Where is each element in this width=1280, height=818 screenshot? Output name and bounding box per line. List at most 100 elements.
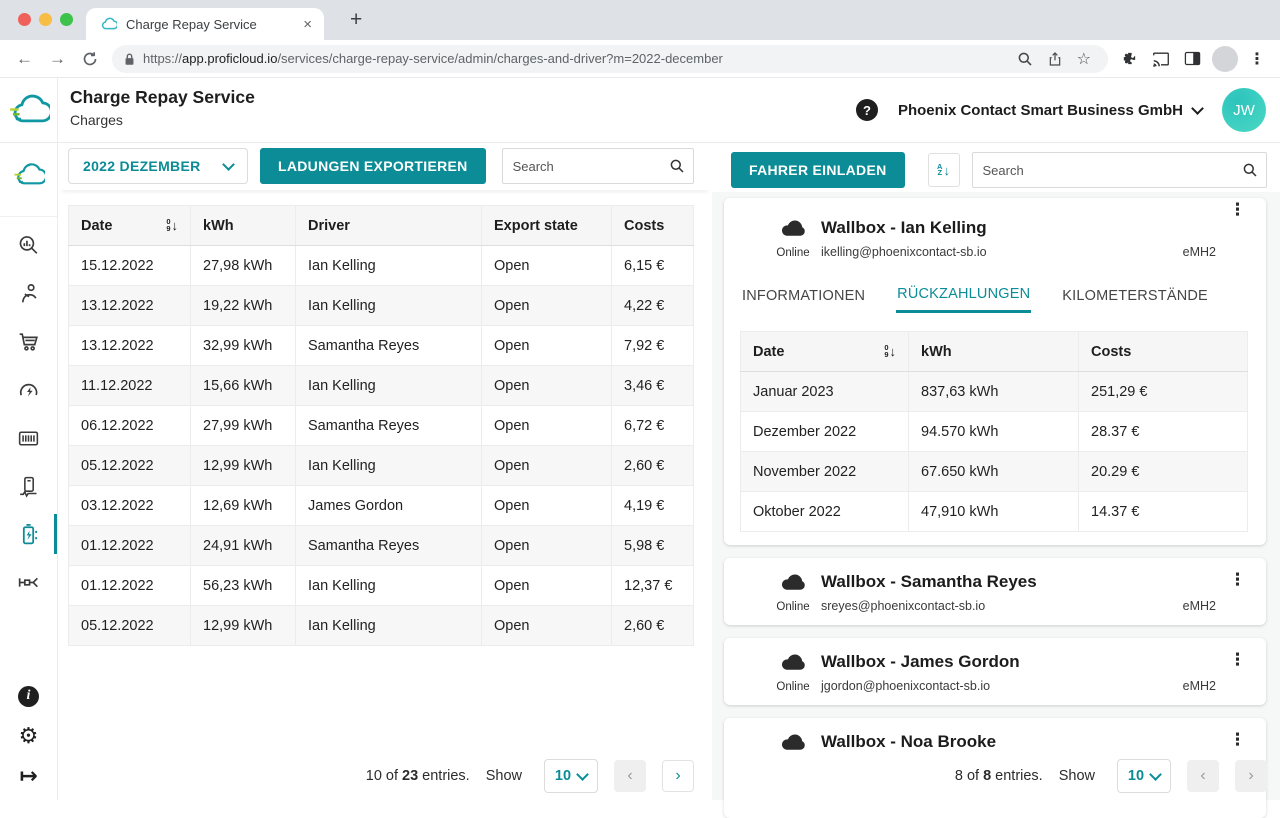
- tab-informationen[interactable]: INFORMATIONEN: [741, 286, 866, 313]
- sort-descending-icon: 09↓: [166, 218, 178, 233]
- next-page-button[interactable]: ›: [1235, 760, 1267, 792]
- column-header-date[interactable]: Date 09↓: [741, 332, 909, 372]
- month-filter-dropdown[interactable]: 2022 DEZEMBER: [68, 148, 248, 184]
- sidebar-item-metering[interactable]: [0, 416, 57, 460]
- reload-icon[interactable]: [74, 51, 106, 67]
- table-row[interactable]: Oktober 202247,910 kWh14.37 €: [741, 492, 1248, 532]
- column-header-costs[interactable]: Costs: [1079, 332, 1248, 372]
- charges-table-header: Date 09↓ kWh Driver Export state Costs: [69, 206, 694, 246]
- wallbox-card-james-gordon[interactable]: Online Wallbox - James Gordon jgordon@ph…: [724, 638, 1266, 705]
- previous-page-button[interactable]: ‹: [614, 760, 646, 792]
- table-row[interactable]: Januar 2023837,63 kWh251,29 €: [741, 372, 1248, 412]
- browser-tab[interactable]: Charge Repay Service ×: [86, 8, 324, 40]
- table-row[interactable]: 11.12.202215,66 kWhIan KellingOpen3,46 €: [69, 366, 694, 406]
- toolbar-shadow: [60, 184, 710, 190]
- device-pulse-icon: [16, 474, 41, 499]
- column-header-kwh[interactable]: kWh: [909, 332, 1079, 372]
- wallbox-cloud-icon: [780, 218, 807, 238]
- extensions-puzzle-icon[interactable]: [1114, 50, 1145, 67]
- sidebar-item-charge-repay[interactable]: [0, 512, 57, 556]
- tab-kilometerstaende[interactable]: KILOMETERSTÄNDE: [1061, 286, 1209, 313]
- wallbox-card-ian-kelling: Online Wallbox - Ian Kelling ikelling@ph…: [724, 198, 1266, 545]
- forward-icon[interactable]: →: [41, 49, 74, 69]
- card-menu-kebab-icon[interactable]: ⋮: [1225, 728, 1250, 752]
- organization-switcher[interactable]: Phoenix Contact Smart Business GmbH: [892, 101, 1208, 120]
- table-row[interactable]: 13.12.202232,99 kWhSamantha ReyesOpen7,9…: [69, 326, 694, 366]
- table-row[interactable]: November 202267.650 kWh20.29 €: [741, 452, 1248, 492]
- charges-search-input[interactable]: [502, 148, 694, 184]
- browser-tab-strip: Charge Repay Service × +: [0, 0, 1280, 40]
- back-icon[interactable]: ←: [8, 49, 41, 69]
- table-row[interactable]: 06.12.202227,99 kWhSamantha ReyesOpen6,7…: [69, 406, 694, 446]
- address-bar[interactable]: https://app.proficloud.io/services/charg…: [112, 45, 1108, 73]
- sidebar-item-logout[interactable]: ↦: [0, 754, 57, 798]
- sidebar-item-settings[interactable]: ⚙: [0, 714, 57, 758]
- table-row[interactable]: 15.12.202227,98 kWhIan KellingOpen6,15 €: [69, 246, 694, 286]
- window-zoom-button[interactable]: [60, 13, 73, 26]
- sidebar-item-emobility[interactable]: [0, 368, 57, 412]
- table-row[interactable]: 03.12.202212,69 kWhJames GordonOpen4,19 …: [69, 486, 694, 526]
- logout-icon: ↦: [19, 765, 37, 787]
- sort-wallboxes-button[interactable]: AZ↓: [928, 153, 960, 187]
- table-row[interactable]: 01.12.202224,91 kWhSamantha ReyesOpen5,9…: [69, 526, 694, 566]
- next-page-button[interactable]: ›: [662, 760, 694, 792]
- wallboxes-pagination: 8of8entries. Show 10 ‹ ›: [955, 759, 1267, 793]
- show-label: Show: [1059, 768, 1095, 784]
- table-row[interactable]: 13.12.202219,22 kWhIan KellingOpen4,22 €: [69, 286, 694, 326]
- tab-rueckzahlungen[interactable]: RÜCKZAHLUNGEN: [896, 286, 1031, 313]
- column-header-costs[interactable]: Costs: [612, 206, 694, 246]
- column-header-kwh[interactable]: kWh: [191, 206, 296, 246]
- table-row[interactable]: 05.12.202212,99 kWhIan KellingOpen2,60 €: [69, 606, 694, 646]
- column-header-export-state[interactable]: Export state: [482, 206, 612, 246]
- cast-icon[interactable]: [1145, 51, 1177, 67]
- chevron-down-icon: [1191, 102, 1204, 115]
- wallbox-title: Wallbox - Samantha Reyes: [821, 572, 1037, 592]
- share-icon[interactable]: [1040, 51, 1070, 67]
- invite-driver-button[interactable]: FAHRER EINLADEN: [731, 152, 905, 188]
- user-avatar[interactable]: JW: [1222, 88, 1266, 132]
- sidebar-item-integrations[interactable]: [0, 560, 57, 604]
- export-charges-button[interactable]: LADUNGEN EXPORTIEREN: [260, 148, 486, 184]
- sidebar-item-device-activity[interactable]: [0, 464, 57, 508]
- proficloud-logo[interactable]: [0, 78, 58, 142]
- card-menu-kebab-icon[interactable]: ⋮: [1225, 648, 1250, 672]
- window-minimize-button[interactable]: [39, 13, 52, 26]
- wallbox-email: ikelling@phoenixcontact-sb.io: [821, 245, 987, 259]
- tab-close-icon[interactable]: ×: [301, 16, 314, 33]
- help-icon[interactable]: ?: [856, 99, 878, 121]
- meter-icon: [16, 426, 41, 451]
- search-icon: [1242, 162, 1258, 178]
- wallboxes-panel: FAHRER EINLADEN AZ↓ Online Wallbox - Ian…: [712, 142, 1280, 800]
- wallbox-cloud-icon: [780, 652, 807, 672]
- previous-page-button[interactable]: ‹: [1187, 760, 1219, 792]
- new-tab-button[interactable]: +: [344, 7, 368, 33]
- page-size-dropdown[interactable]: 10: [1117, 759, 1171, 793]
- sidebar-item-monitoring[interactable]: [0, 223, 57, 267]
- page-size-dropdown[interactable]: 10: [544, 759, 598, 793]
- table-row[interactable]: 01.12.202256,23 kWhIan KellingOpen12,37 …: [69, 566, 694, 606]
- side-panel-icon[interactable]: [1177, 51, 1208, 66]
- status-badge: Online: [764, 247, 822, 259]
- wallbox-card-samantha-reyes[interactable]: Online Wallbox - Samantha Reyes sreyes@p…: [724, 558, 1266, 625]
- app-sidebar: i ⚙ ↦: [0, 142, 58, 800]
- cart-icon: [16, 329, 41, 354]
- sidebar-item-proficloud-home[interactable]: [0, 153, 57, 197]
- column-header-driver[interactable]: Driver: [296, 206, 482, 246]
- charges-table: Date 09↓ kWh Driver Export state Costs 1…: [68, 205, 694, 646]
- table-row[interactable]: 05.12.202212,99 kWhIan KellingOpen2,60 €: [69, 446, 694, 486]
- card-menu-kebab-icon[interactable]: ⋮: [1225, 568, 1250, 592]
- column-header-date[interactable]: Date 09↓: [69, 206, 191, 246]
- sidebar-item-shop[interactable]: [0, 319, 57, 363]
- sidebar-item-drivers[interactable]: [0, 271, 57, 315]
- window-close-button[interactable]: [18, 13, 31, 26]
- browser-menu-kebab-icon[interactable]: ⋮: [1242, 49, 1272, 69]
- battery-charging-icon: [16, 522, 41, 547]
- bookmark-star-icon[interactable]: ☆: [1070, 49, 1098, 69]
- wallboxes-search-input[interactable]: [972, 152, 1267, 188]
- card-menu-kebab-icon[interactable]: ⋮: [1225, 198, 1250, 222]
- browser-profile-avatar[interactable]: [1212, 46, 1238, 72]
- table-row[interactable]: Dezember 202294.570 kWh28.37 €: [741, 412, 1248, 452]
- wallbox-tabs: INFORMATIONEN RÜCKZAHLUNGEN KILOMETERSTÄ…: [741, 286, 1209, 313]
- search-icon[interactable]: [1010, 51, 1040, 67]
- sidebar-item-info[interactable]: i: [0, 674, 57, 718]
